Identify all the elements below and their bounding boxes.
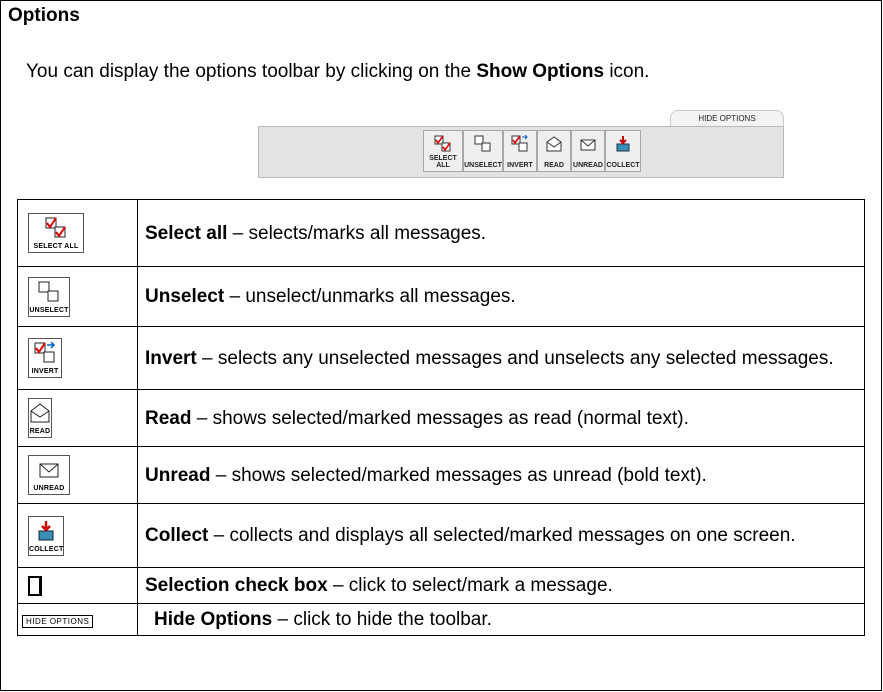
hide-options-tab[interactable]: HIDE OPTIONS [670, 110, 784, 127]
toolbar-unselect-button[interactable]: UNSELECT [463, 130, 503, 172]
option-text: – selects any unselected messages and un… [196, 347, 834, 369]
option-row-unread: UNREAD Unread – shows selected/marked me… [17, 446, 865, 504]
unselect-button-image: UNSELECT [28, 276, 70, 317]
option-text: – selects/marks all messages. [227, 222, 487, 244]
collect-button-image: COLLECT [28, 515, 64, 556]
collect-icon [38, 520, 54, 540]
option-icon-cell [17, 567, 138, 604]
unselect-icon-label: UNSELECT [29, 306, 69, 314]
option-name: Read [145, 407, 192, 429]
toolbar-collect-label: COLLECT [606, 162, 640, 169]
toolbar-select-all-label: SELECT ALL [429, 155, 457, 169]
option-name: Select all [145, 222, 228, 244]
unread-button-image: UNREAD [28, 455, 70, 495]
option-text: – shows selected/marked messages as read… [191, 407, 689, 429]
option-row-selection-checkbox: Selection check box – click to select/ma… [17, 567, 865, 604]
option-description: Unselect – unselect/unmarks all messages… [137, 266, 865, 327]
select-all-icon-label: SELECT ALL [33, 243, 79, 250]
option-description: Read – shows selected/marked messages as… [137, 389, 865, 447]
invert-icon [511, 135, 528, 152]
select-all-icon [434, 135, 451, 152]
hide-options-icon: HIDE OPTIONS [22, 614, 94, 628]
option-icon-cell: UNREAD [17, 446, 138, 504]
read-icon [30, 403, 50, 423]
option-description: Unread – shows selected/marked messages … [137, 446, 865, 504]
collect-icon-label: COLLECT [29, 545, 64, 553]
unselect-icon [474, 135, 491, 152]
read-button-image: READ [28, 398, 52, 438]
option-icon-cell: READ [17, 389, 138, 447]
toolbar-invert-label: INVERT [507, 162, 533, 169]
option-row-hide-options: HIDE OPTIONS Hide Options – click to hid… [17, 603, 865, 636]
options-table: SELECT ALL Select all – selects/marks al… [17, 199, 865, 636]
option-description: Hide Options – click to hide the toolbar… [137, 603, 865, 636]
option-icon-cell: COLLECT [17, 503, 138, 568]
unread-icon [580, 139, 596, 151]
option-description: Collect – collects and displays all sele… [137, 503, 865, 568]
select-all-icon [45, 217, 66, 238]
option-name: Invert [145, 347, 197, 369]
invert-icon [34, 342, 56, 363]
collect-icon [616, 136, 630, 152]
toolbar-read-label: READ [544, 162, 564, 169]
option-row-collect: COLLECT Collect – collects and displays … [17, 503, 865, 568]
option-row-unselect: UNSELECT Unselect – unselect/unmarks all… [17, 266, 865, 327]
section-title: Options [8, 5, 80, 26]
option-icon-cell: SELECT ALL [17, 199, 138, 267]
option-row-select-all: SELECT ALL Select all – selects/marks al… [17, 199, 865, 267]
toolbar-unselect-label: UNSELECT [464, 162, 502, 169]
toolbar-read-button[interactable]: READ [537, 130, 571, 172]
option-icon-cell: UNSELECT [17, 266, 138, 327]
option-icon-cell: INVERT [17, 326, 138, 390]
option-row-read: READ Read – shows selected/marked messag… [17, 389, 865, 447]
option-icon-cell: HIDE OPTIONS [17, 603, 138, 636]
unread-icon [39, 463, 59, 478]
read-icon [546, 136, 562, 152]
options-toolbar-illustration: HIDE OPTIONS SELECT ALL UNSELECT INVERT [258, 110, 784, 180]
option-text: – shows selected/marked messages as unre… [210, 464, 707, 486]
option-name: Unread [145, 464, 211, 486]
read-icon-label: READ [29, 428, 51, 435]
toolbar-select-all-button[interactable]: SELECT ALL [423, 130, 463, 172]
option-text: – unselect/unmarks all messages. [224, 286, 516, 307]
option-description: Selection check box – click to select/ma… [137, 567, 865, 604]
toolbar-unread-button[interactable]: UNREAD [571, 130, 605, 172]
checkbox-icon [28, 575, 42, 596]
unread-icon-label: UNREAD [33, 485, 65, 492]
invert-icon-label: INVERT [31, 368, 59, 375]
option-text: – click to hide the toolbar. [272, 609, 492, 630]
invert-button-image: INVERT [28, 338, 62, 378]
select-all-button-image: SELECT ALL [28, 213, 84, 253]
option-text: – collects and displays all selected/mar… [208, 525, 796, 546]
option-description: Invert – selects any unselected messages… [137, 326, 865, 390]
option-name: Hide Options [154, 609, 273, 630]
option-text: – click to select/mark a message. [327, 575, 613, 596]
intro-bold: Show Options [476, 61, 605, 82]
intro-suffix: icon. [604, 61, 650, 82]
intro-text: You can display the options toolbar by c… [26, 61, 649, 83]
option-row-invert: INVERT Invert – selects any unselected m… [17, 326, 865, 390]
option-name: Collect [145, 525, 209, 546]
options-toolbar: SELECT ALL UNSELECT INVERT READ UNREAD C… [258, 126, 784, 178]
intro-prefix: You can display the options toolbar by c… [26, 61, 477, 82]
toolbar-unread-label: UNREAD [573, 162, 603, 169]
unselect-icon [38, 281, 59, 301]
option-name: Unselect [145, 286, 225, 307]
toolbar-invert-button[interactable]: INVERT [503, 130, 537, 172]
toolbar-collect-button[interactable]: COLLECT [605, 130, 641, 172]
option-description: Select all – selects/marks all messages. [137, 199, 865, 267]
option-name: Selection check box [145, 575, 328, 596]
